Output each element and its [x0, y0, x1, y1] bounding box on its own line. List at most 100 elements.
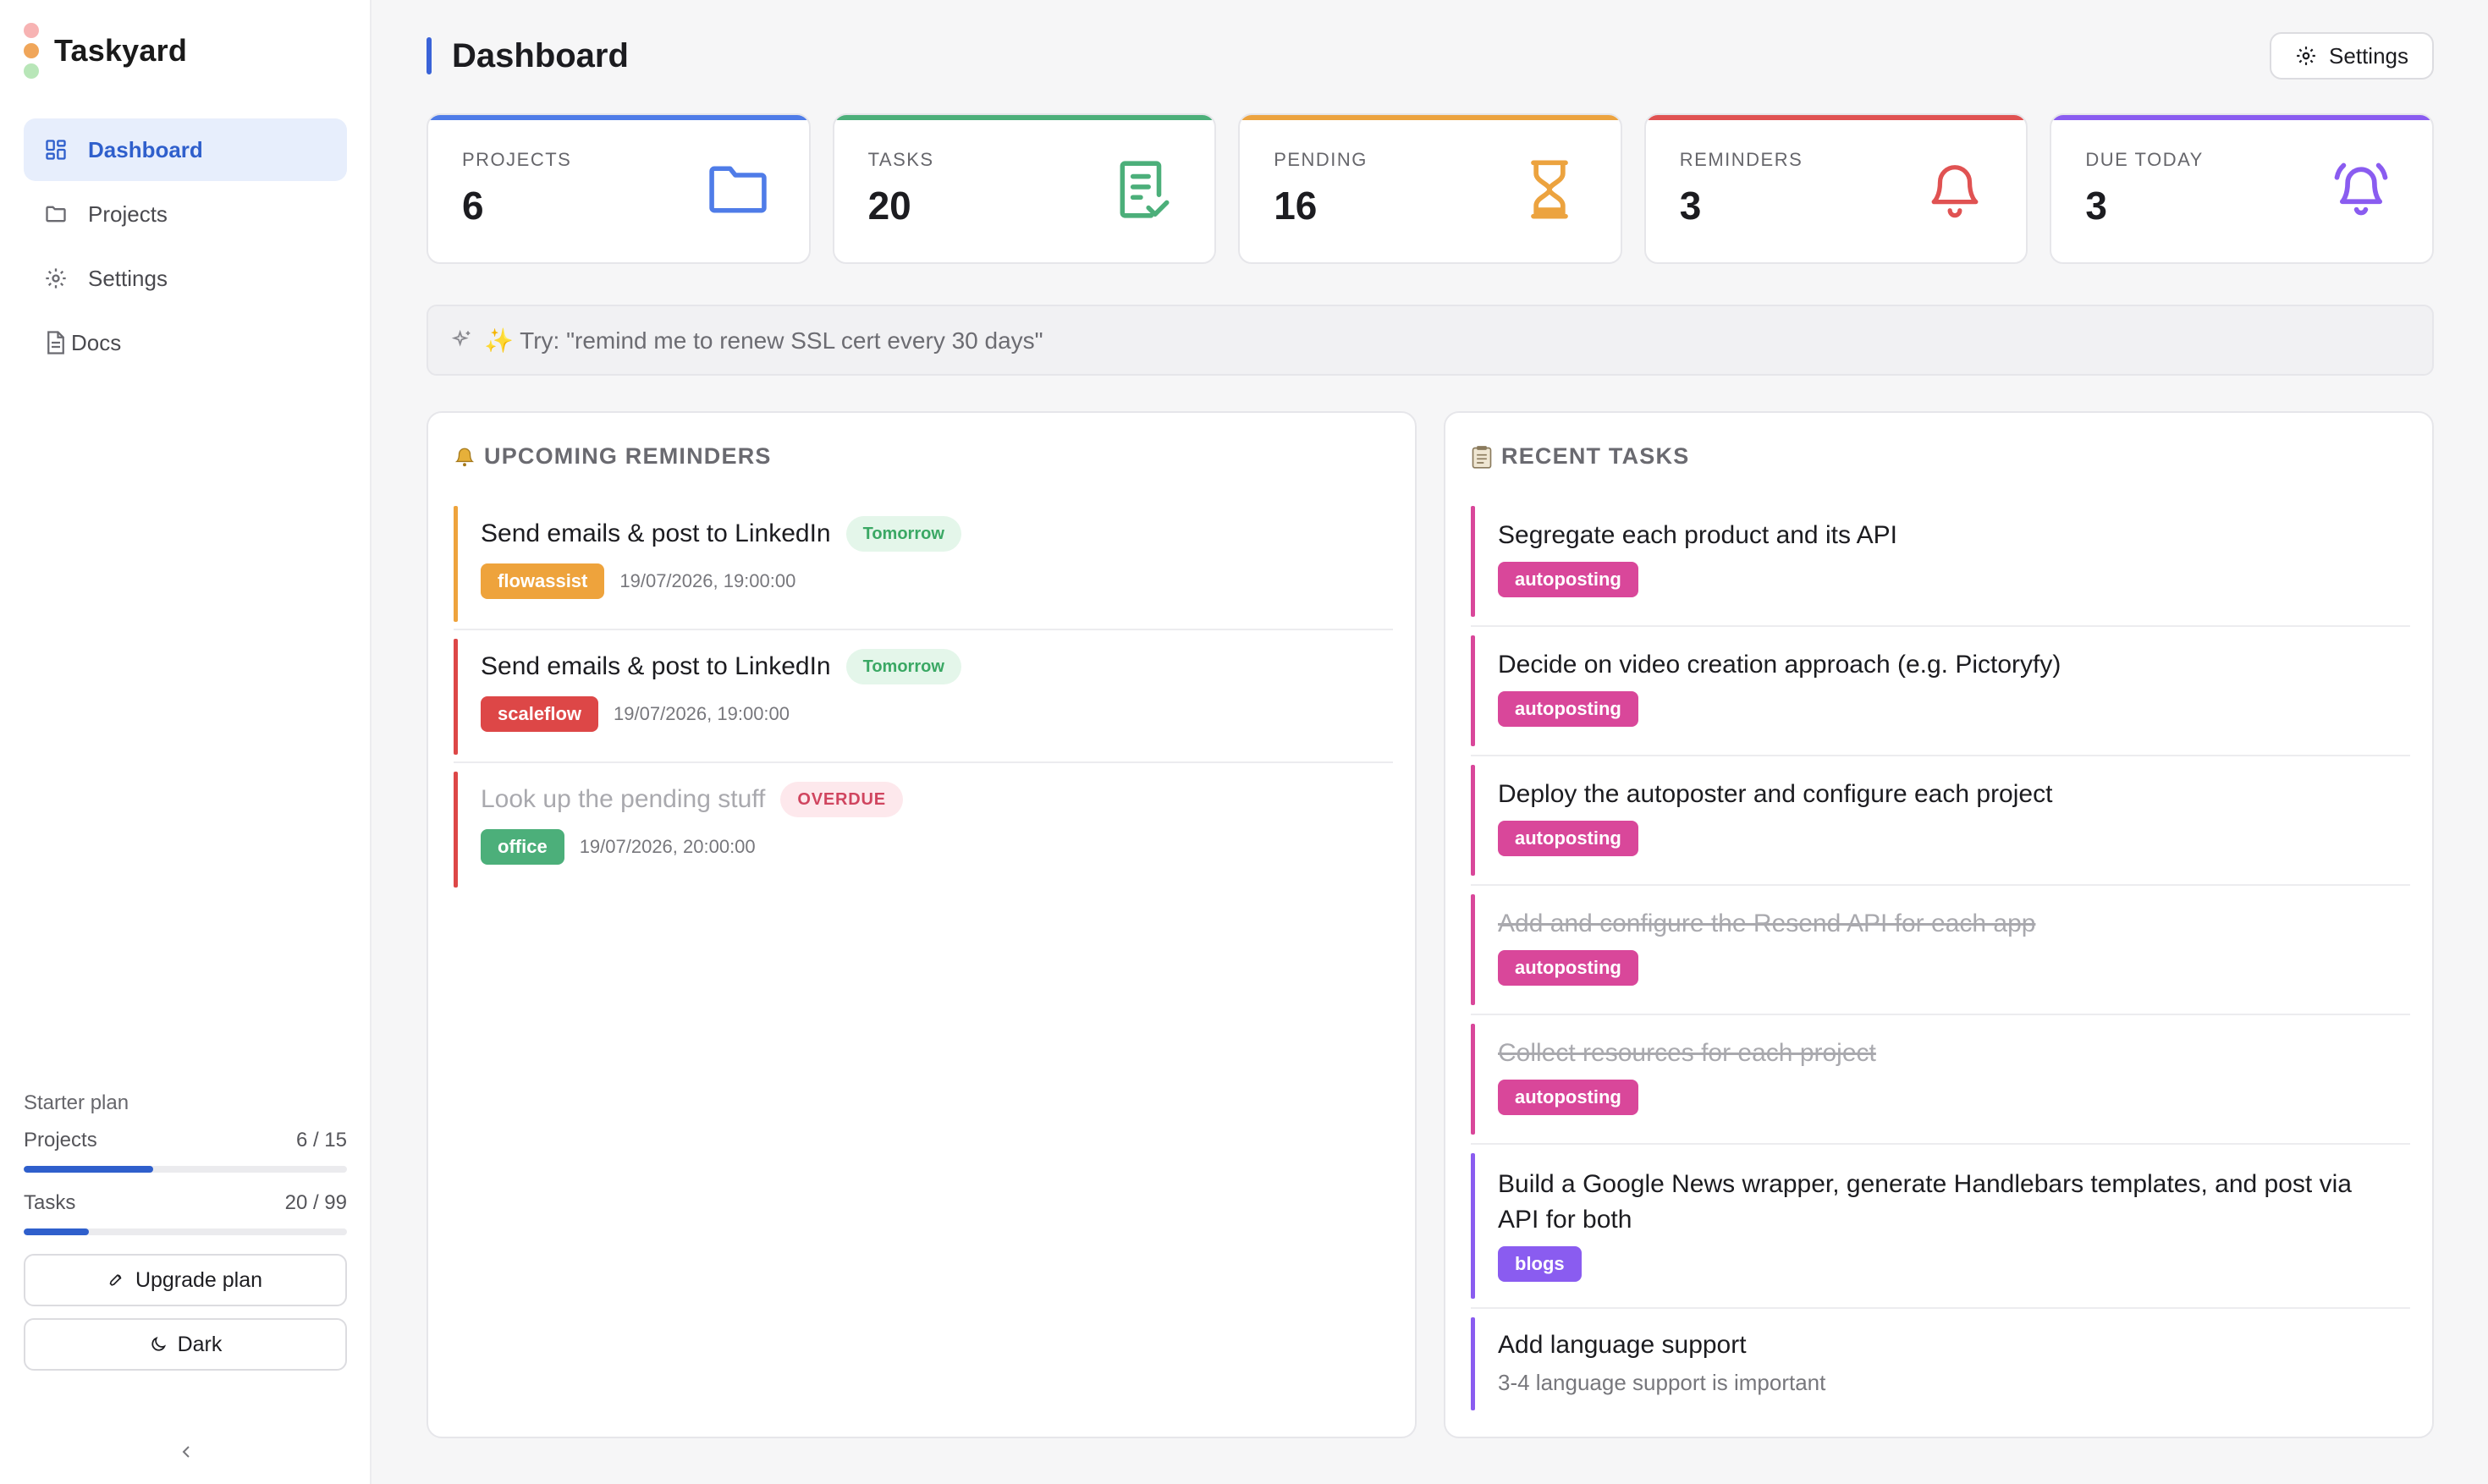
moon-icon	[149, 1335, 168, 1354]
dark-mode-label: Dark	[177, 1332, 223, 1356]
task-title: Segregate each product and its API	[1498, 521, 1897, 549]
gear-icon	[2295, 45, 2317, 67]
logo-icon	[24, 23, 39, 79]
project-tag[interactable]: flowassist	[481, 563, 605, 599]
reminder-item[interactable]: Send emails & post to LinkedIn Tomorrow …	[454, 630, 1393, 763]
reminders-list: Send emails & post to LinkedIn Tomorrow …	[454, 497, 1393, 896]
task-item[interactable]: Deploy the autoposter and configure each…	[1471, 756, 2410, 886]
reminder-date: 19/07/2026, 19:00:00	[619, 570, 796, 591]
task-accent-bar	[1471, 1317, 1475, 1410]
title-accent	[427, 37, 432, 74]
sidebar-item-settings[interactable]: Settings	[24, 247, 347, 310]
folder-icon	[42, 201, 69, 228]
stat-accent-bar	[1645, 115, 2027, 120]
plan-usage: Starter plan Projects 6 / 15 Tasks 20 / …	[24, 1091, 347, 1382]
sidebar: Taskyard Dashboard Projects Settings Doc…	[0, 0, 372, 1484]
quick-add-placeholder: ✨ Try: "remind me to renew SSL cert ever…	[484, 327, 1043, 354]
overdue-badge: OVERDUE	[780, 782, 903, 817]
sidebar-nav: Dashboard Projects Settings Docs	[24, 118, 347, 376]
project-tag[interactable]: autoposting	[1498, 1080, 1638, 1115]
task-item[interactable]: Segregate each product and its API autop…	[1471, 497, 2410, 627]
task-title: Decide on video creation approach (e.g. …	[1498, 651, 2061, 679]
projects-usage-row: Projects 6 / 15	[24, 1129, 347, 1152]
task-item[interactable]: Add language support 3-4 language suppor…	[1471, 1309, 2410, 1419]
project-tag[interactable]: autoposting	[1498, 691, 1638, 727]
projects-usage-count: 6 / 15	[295, 1129, 347, 1151]
dark-mode-button[interactable]: Dark	[24, 1318, 347, 1371]
quick-add-input[interactable]: ✨ Try: "remind me to renew SSL cert ever…	[427, 305, 2434, 376]
task-item[interactable]: Decide on video creation approach (e.g. …	[1471, 627, 2410, 756]
task-accent-bar	[1471, 1153, 1475, 1299]
sidebar-item-projects[interactable]: Projects	[24, 183, 347, 245]
collapse-sidebar-button[interactable]	[169, 1438, 203, 1469]
task-item[interactable]: Add and configure the Resend API for eac…	[1471, 886, 2410, 1015]
bell-icon	[1919, 154, 1990, 225]
task-title: Add language support	[1498, 1331, 1747, 1359]
reminder-title: Send emails & post to LinkedIn	[481, 519, 831, 547]
task-item[interactable]: Collect resources for each project autop…	[1471, 1015, 2410, 1145]
page-title-wrap: Dashboard	[427, 37, 629, 75]
stat-card-tasks[interactable]: TASKS 20	[832, 113, 1217, 264]
stat-accent-bar	[1240, 115, 1621, 120]
stats-row: PROJECTS 6 TASKS 20 PENDING 16 REMINDERS…	[427, 113, 2434, 264]
plan-title: Starter plan	[24, 1091, 129, 1114]
grid-icon	[42, 136, 69, 163]
upcoming-reminders-panel: UPCOMING REMINDERS Send emails & post to…	[427, 411, 1417, 1438]
reminder-accent-bar	[454, 506, 458, 622]
stat-accent-bar	[2051, 115, 2432, 120]
project-tag[interactable]: autoposting	[1498, 950, 1638, 986]
stat-card-projects[interactable]: PROJECTS 6	[427, 113, 811, 264]
reminder-title: Send emails & post to LinkedIn	[481, 652, 831, 680]
alarm-bell-icon	[2326, 154, 2397, 225]
clipboard-icon	[1471, 445, 1493, 469]
tasks-usage-fill	[24, 1228, 90, 1235]
settings-button[interactable]: Settings	[2270, 32, 2434, 80]
panel-header: RECENT TASKS	[1471, 443, 1689, 470]
reminder-accent-bar	[454, 772, 458, 888]
panel-header: UPCOMING REMINDERS	[454, 443, 772, 470]
panel-title: UPCOMING REMINDERS	[484, 443, 772, 469]
hourglass-icon	[1514, 154, 1585, 225]
bell-icon	[454, 446, 476, 468]
checklist-icon	[1108, 154, 1179, 225]
stat-card-due-today[interactable]: DUE TODAY 3	[2050, 113, 2434, 264]
gear-icon	[42, 265, 69, 292]
upgrade-plan-button[interactable]: Upgrade plan	[24, 1254, 347, 1306]
sidebar-item-label: Projects	[88, 201, 168, 227]
brand[interactable]: Taskyard	[24, 19, 187, 83]
reminder-date: 19/07/2026, 19:00:00	[614, 703, 790, 724]
reminder-item[interactable]: Send emails & post to LinkedIn Tomorrow …	[454, 497, 1393, 630]
tasks-usage-bar	[24, 1228, 347, 1235]
projects-usage-fill	[24, 1166, 153, 1173]
app-name: Taskyard	[54, 33, 188, 68]
task-title: Add and configure the Resend API for eac…	[1498, 910, 2036, 937]
recent-tasks-panel: RECENT TASKS Segregate each product and …	[1444, 411, 2434, 1438]
upgrade-plan-label: Upgrade plan	[135, 1267, 263, 1292]
project-tag[interactable]: autoposting	[1498, 562, 1638, 597]
project-tag[interactable]: blogs	[1498, 1246, 1582, 1282]
reminder-item[interactable]: Look up the pending stuff OVERDUE office…	[454, 763, 1393, 896]
reminder-title: Look up the pending stuff	[481, 785, 766, 813]
panel-title: RECENT TASKS	[1501, 443, 1690, 469]
project-tag[interactable]: office	[481, 829, 564, 865]
project-tag[interactable]: scaleflow	[481, 696, 599, 732]
project-tag[interactable]: autoposting	[1498, 821, 1638, 856]
task-accent-bar	[1471, 506, 1475, 617]
chevron-left-icon	[180, 1444, 192, 1464]
due-badge: Tomorrow	[845, 516, 961, 552]
settings-button-label: Settings	[2329, 42, 2408, 69]
task-item[interactable]: Build a Google News wrapper, generate Ha…	[1471, 1145, 2410, 1309]
sidebar-item-label: Dashboard	[88, 136, 203, 162]
reminder-date: 19/07/2026, 20:00:00	[579, 836, 756, 857]
stat-card-reminders[interactable]: REMINDERS 3	[1643, 113, 2028, 264]
stat-accent-bar	[428, 115, 809, 120]
sidebar-item-label: Settings	[88, 265, 168, 291]
sparkle-icon	[450, 328, 474, 352]
sidebar-item-docs[interactable]: Docs	[24, 311, 347, 374]
stat-card-pending[interactable]: PENDING 16	[1238, 113, 1622, 264]
tasks-usage-count: 20 / 99	[284, 1191, 347, 1214]
tasks-usage-label: Tasks	[24, 1191, 76, 1214]
sidebar-item-dashboard[interactable]: Dashboard	[24, 118, 347, 181]
projects-usage-label: Projects	[24, 1129, 97, 1151]
task-accent-bar	[1471, 635, 1475, 746]
